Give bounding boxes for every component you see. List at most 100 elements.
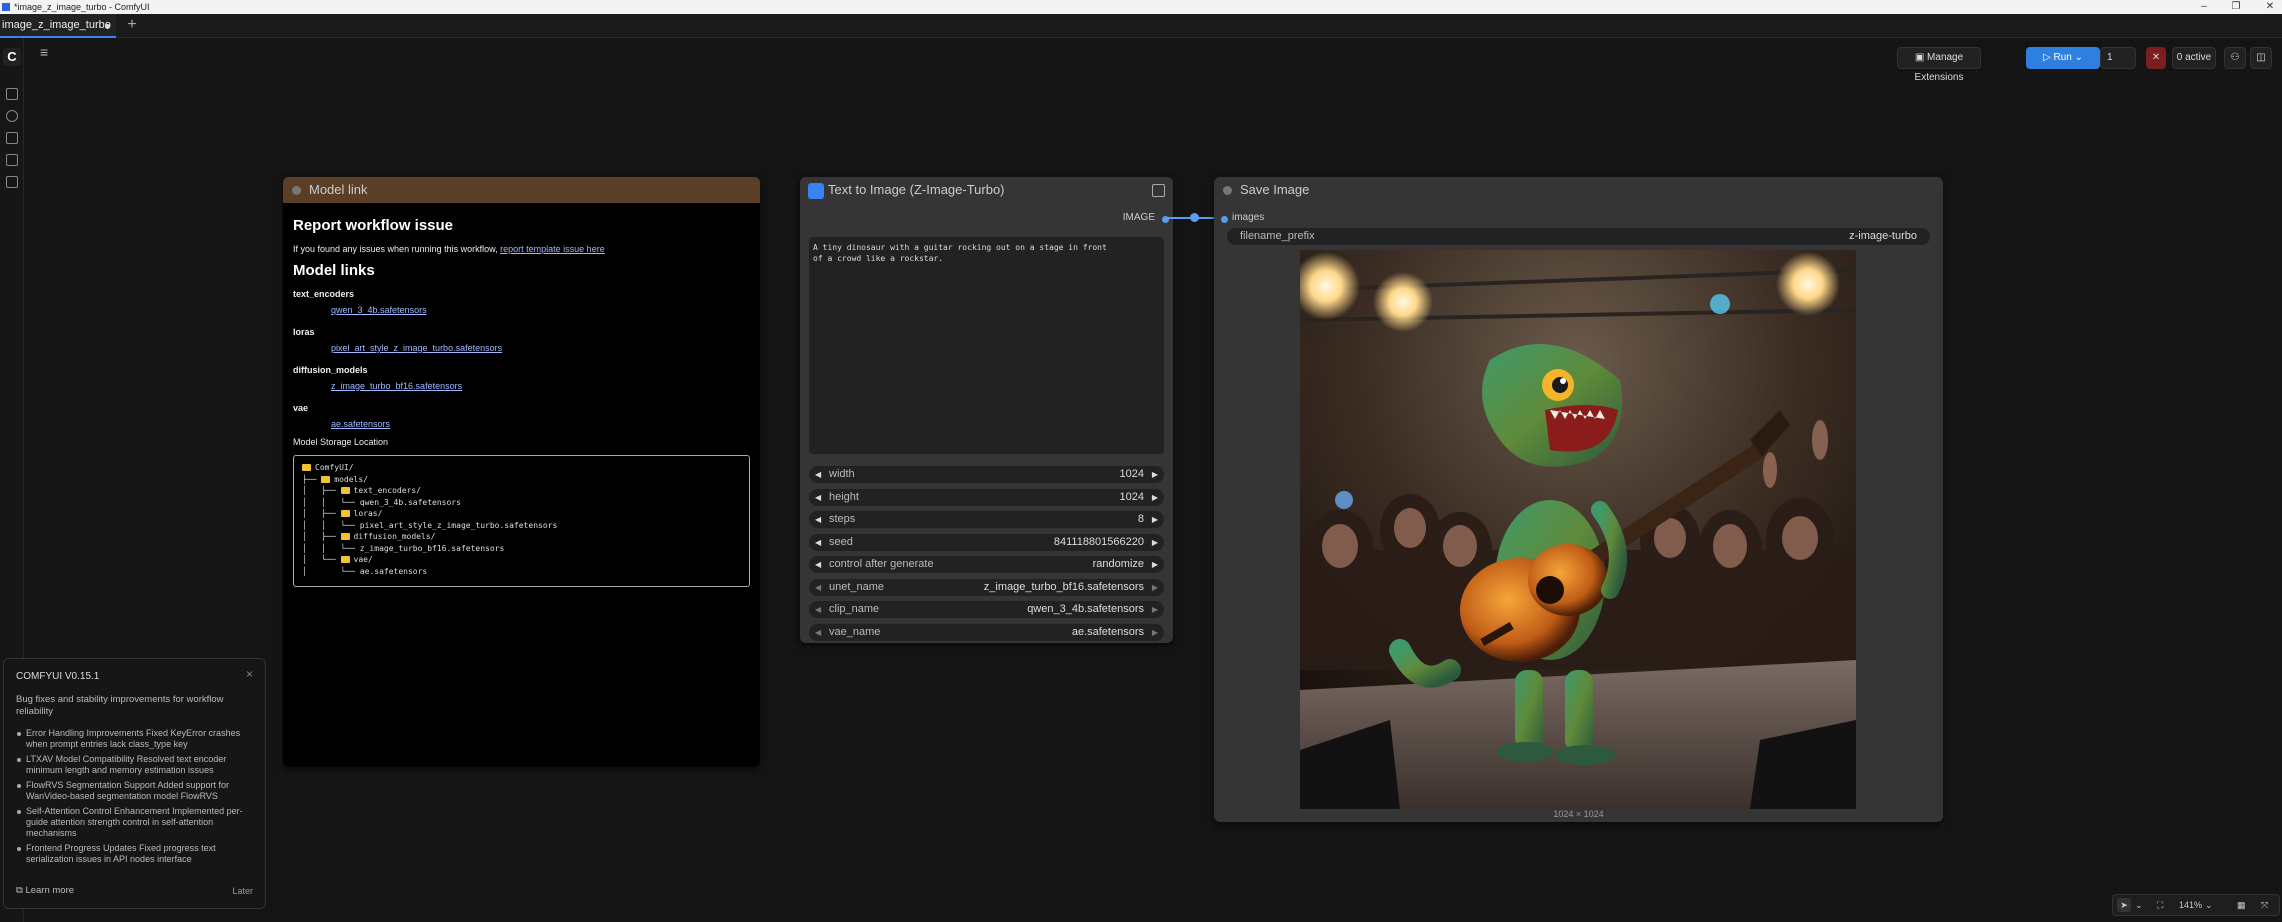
input-slot-dot[interactable] [1221,216,1228,223]
width-widget[interactable]: ◀ width 1024 ▶ [809,466,1164,483]
list-item: LTXAV Model Compatibility Resolved text … [16,754,253,776]
increment-arrow-icon[interactable]: ▶ [1152,579,1158,596]
category-vae: vae [293,403,309,413]
node-title: Save Image [1240,182,1310,197]
list-item: Frontend Progress Updates Fixed progress… [16,843,253,865]
workflows-icon[interactable] [6,154,18,166]
window-titlebar: *image_z_image_turbo - ComfyUI – ❐ ✕ [0,0,2282,14]
image-size-label: 1024 × 1024 [1553,809,1604,819]
chevron-down-icon: ⌄ [2071,52,2083,63]
decrement-arrow-icon[interactable]: ◀ [815,556,821,573]
model-link-lora[interactable]: pixel_art_style_z_image_turbo.safetensor… [331,343,502,353]
play-icon: ▷ [2043,52,2054,63]
release-description: Bug fixes and stability improvements for… [16,694,224,717]
collapse-dot-icon[interactable] [292,186,301,195]
models-icon[interactable] [6,110,18,122]
templates-icon[interactable] [6,176,18,188]
model-link-note-node[interactable]: Model link Report workflow issue If you … [283,177,760,767]
folder-icon [340,533,350,540]
images-icon[interactable] [6,88,18,100]
increment-arrow-icon[interactable]: ▶ [1152,511,1158,528]
node-header[interactable]: Model link [283,177,760,203]
tab-image-z-image-turbo[interactable]: image_z_image_turbo [0,14,116,38]
learn-more-link[interactable]: ⧉ Learn more [16,885,74,896]
nodes-icon[interactable] [6,132,18,144]
unet-name-widget[interactable]: ◀ unet_name z_image_turbo_bf16.safetensors… [809,579,1164,596]
node-header[interactable]: Save Image [1214,177,1943,203]
unsaved-dot-icon [105,24,110,29]
user-icon[interactable]: ⚇ [2224,47,2246,69]
decrement-arrow-icon[interactable]: ◀ [815,579,821,596]
collapse-dot-icon[interactable] [1223,186,1232,195]
storage-label: Model Storage Location [293,437,389,447]
increment-arrow-icon[interactable]: ▶ [1152,489,1158,506]
stop-button[interactable]: ✕ [2146,47,2166,69]
run-button[interactable]: ▷ Run ⌄ [2026,47,2100,69]
subgraph-badge-icon [808,183,824,199]
active-queue-badge[interactable]: 0 active [2172,47,2216,69]
puzzle-icon: ▣ [1914,52,1928,63]
new-tab-button[interactable]: + [124,17,140,33]
increment-arrow-icon[interactable]: ▶ [1152,601,1158,618]
list-item: FlowRVS Segmentation Support Added suppo… [16,780,253,802]
menu-hamburger-icon[interactable]: ≡ [40,44,48,60]
model-link-vae[interactable]: ae.safetensors [331,419,390,429]
model-links-heading: Model links [293,262,375,279]
generated-image-preview[interactable] [1300,250,1856,809]
increment-arrow-icon[interactable]: ▶ [1152,534,1158,551]
decrement-arrow-icon[interactable]: ◀ [815,511,821,528]
decrement-arrow-icon[interactable]: ◀ [815,534,821,551]
input-label: images [1232,212,1265,223]
text-to-image-node[interactable]: Text to Image (Z-Image-Turbo) IMAGE A ti… [800,177,1173,643]
chevron-down-icon[interactable]: ⌄ [2205,900,2213,911]
hide-links-icon[interactable]: ⤧ [2261,900,2268,911]
report-heading: Report workflow issue [293,217,454,234]
save-image-node[interactable]: Save Image images filename_prefix z-imag… [1214,177,1943,822]
fit-view-icon[interactable]: ⛶ [2157,900,2163,911]
later-button[interactable]: Later [232,886,253,896]
increment-arrow-icon[interactable]: ▶ [1152,556,1158,573]
steps-widget[interactable]: ◀ steps 8 ▶ [809,511,1164,528]
node-title: Model link [309,182,368,197]
increment-arrow-icon[interactable]: ▶ [1152,466,1158,483]
minimap-icon[interactable]: ▦ [2237,900,2246,911]
chevron-down-icon[interactable]: ⌄ [2135,900,2143,911]
dinosaur-guitar-image [1300,250,1856,809]
maximize-button[interactable]: ❐ [2228,0,2244,14]
node-title: Text to Image (Z-Image-Turbo) [828,182,1005,197]
increment-arrow-icon[interactable]: ▶ [1152,624,1158,641]
list-item: Error Handling Improvements Fixed KeyErr… [16,728,253,750]
select-tool-icon[interactable]: ➤ [2117,898,2131,912]
release-notes-popup: COMFYUI V0.15.1 × Bug fixes and stabilit… [3,658,266,909]
filename-prefix-widget[interactable]: filename_prefix z-image-turbo [1227,228,1930,245]
clip-name-widget[interactable]: ◀ clip_name qwen_3_4b.safetensors ▶ [809,601,1164,618]
minimize-button[interactable]: – [2196,0,2212,14]
report-issue-link[interactable]: report template issue here [500,244,605,254]
folder-icon [302,464,311,471]
panel-toggle-icon[interactable]: ◫ [2250,47,2272,69]
window-title: *image_z_image_turbo - ComfyUI [14,2,150,12]
comfyui-logo[interactable]: C [3,48,21,66]
model-link-unet[interactable]: z_image_turbo_bf16.safetensors [331,381,462,391]
control-after-generate-widget[interactable]: ◀ control after generate randomize ▶ [809,556,1164,573]
manage-extensions-button[interactable]: ▣ Manage Extensions [1897,47,1981,83]
decrement-arrow-icon[interactable]: ◀ [815,489,821,506]
folder-icon [321,475,331,483]
decrement-arrow-icon[interactable]: ◀ [815,466,821,483]
model-link-qwen[interactable]: qwen_3_4b.safetensors [331,305,427,315]
queue-count-input[interactable]: 1 [2100,47,2136,69]
prompt-textarea[interactable]: A tiny dinosaur with a guitar rocking ou… [809,237,1164,454]
decrement-arrow-icon[interactable]: ◀ [815,624,821,641]
seed-widget[interactable]: ◀ seed 841118801566220 ▶ [809,534,1164,551]
node-header[interactable]: Text to Image (Z-Image-Turbo) [800,177,1173,203]
zoom-level[interactable]: 141% [2179,900,2202,910]
vae-name-widget[interactable]: ◀ vae_name ae.safetensors ▶ [809,624,1164,641]
folder-icon [340,556,350,563]
category-diffusion-models: diffusion_models [293,365,368,375]
expand-subgraph-icon[interactable] [1152,184,1165,197]
close-window-button[interactable]: ✕ [2262,0,2278,14]
close-popup-button[interactable]: × [246,667,253,681]
decrement-arrow-icon[interactable]: ◀ [815,601,821,618]
height-widget[interactable]: ◀ height 1024 ▶ [809,489,1164,506]
link-center-dot[interactable] [1190,213,1199,222]
